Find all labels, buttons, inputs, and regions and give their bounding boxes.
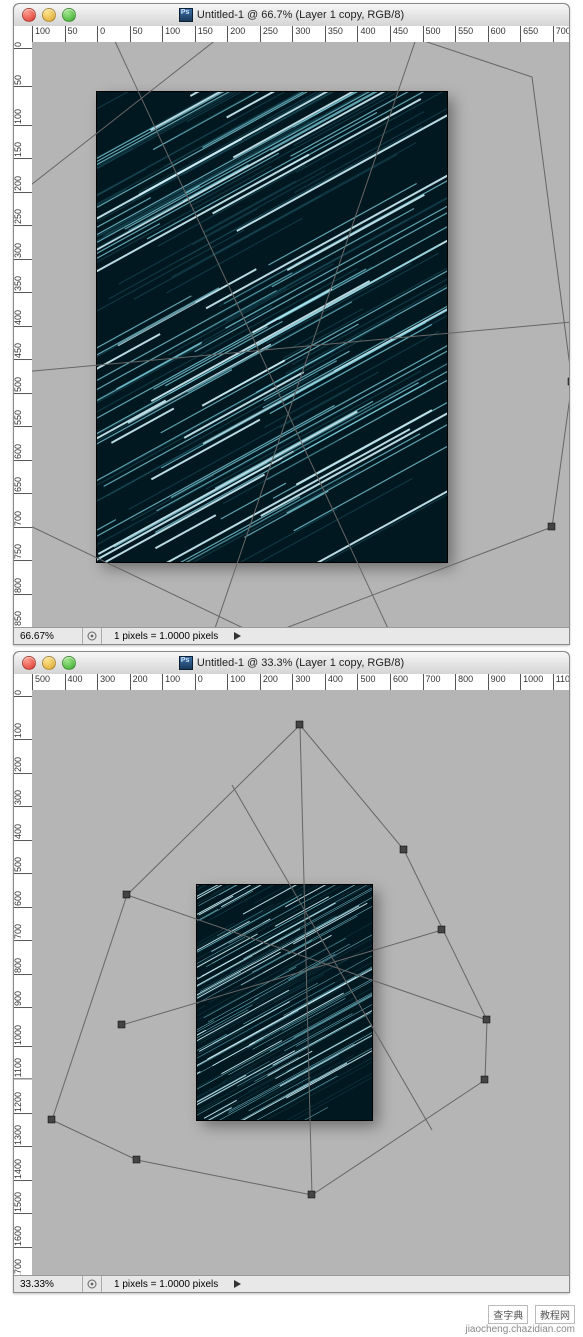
photoshop-window: Untitled-1 @ 33.3% (Layer 1 copy, RGB/8)… [13, 651, 570, 1293]
status-preview-icon[interactable] [83, 1276, 102, 1292]
photoshop-window: Untitled-1 @ 66.7% (Layer 1 copy, RGB/8)… [13, 3, 570, 645]
window-title: Untitled-1 @ 33.3% (Layer 1 copy, RGB/8) [14, 656, 569, 670]
footer-section: 教程网 [535, 1305, 575, 1324]
ruler-vertical[interactable]: 0501001502002503003504004505005506006507… [14, 42, 33, 628]
status-bar: 33.33% 1 pixels = 1.0000 pixels [14, 1275, 569, 1292]
ruler-horizontal[interactable]: 5004003002001000100200300400500600700800… [32, 674, 569, 691]
zoom-field[interactable]: 33.33% [14, 1276, 83, 1292]
footer-site: 查字典 [488, 1305, 528, 1324]
zoom-field[interactable]: 66.67% [14, 628, 83, 644]
zoom-window-button[interactable] [62, 8, 76, 22]
document-stage[interactable] [32, 690, 569, 1276]
page-footer: 查字典 教程网 jiaocheng.chazidian.com [0, 1299, 583, 1337]
window-controls [22, 8, 76, 22]
document-info[interactable]: 1 pixels = 1.0000 pixels [102, 1279, 230, 1290]
status-bar: 66.67% 1 pixels = 1.0000 pixels [14, 627, 569, 644]
photoshop-icon [179, 8, 193, 22]
window-controls [22, 656, 76, 670]
window-title: Untitled-1 @ 66.7% (Layer 1 copy, RGB/8) [14, 8, 569, 22]
canvas-content [97, 92, 447, 562]
ruler-vertical[interactable]: 0100200300400500600700800900100011001200… [14, 690, 33, 1276]
close-window-button[interactable] [22, 656, 36, 670]
ruler-origin[interactable] [14, 26, 33, 43]
titlebar[interactable]: Untitled-1 @ 66.7% (Layer 1 copy, RGB/8) [14, 4, 569, 27]
photoshop-icon [179, 656, 193, 670]
footer-url: jiaocheng.chazidian.com [465, 1324, 575, 1335]
titlebar[interactable]: Untitled-1 @ 33.3% (Layer 1 copy, RGB/8) [14, 652, 569, 675]
canvas-content [197, 885, 372, 1120]
minimize-window-button[interactable] [42, 656, 56, 670]
document-info-menu-icon[interactable] [234, 1280, 242, 1288]
zoom-window-button[interactable] [62, 656, 76, 670]
ruler-origin[interactable] [14, 674, 33, 691]
close-window-button[interactable] [22, 8, 36, 22]
ruler-horizontal[interactable]: 1005005010015020025030035040045050055060… [32, 26, 569, 43]
minimize-window-button[interactable] [42, 8, 56, 22]
canvas[interactable] [97, 92, 447, 562]
canvas[interactable] [197, 885, 372, 1120]
status-preview-icon[interactable] [83, 628, 102, 644]
document-info-menu-icon[interactable] [234, 632, 242, 640]
document-stage[interactable] [32, 42, 569, 628]
document-info[interactable]: 1 pixels = 1.0000 pixels [102, 631, 230, 642]
